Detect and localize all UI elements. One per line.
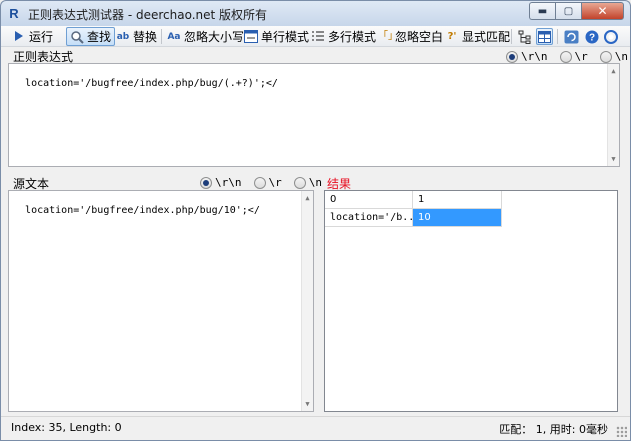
table-cell[interactable]: location='/b... — [325, 209, 413, 227]
status-cursor-info: Index: 35, Length: 0 — [11, 421, 122, 434]
window-title: 正则表达式测试器 - deerchao.net 版权所有 — [28, 8, 268, 22]
source-option-cr[interactable]: \r — [253, 176, 282, 189]
source-newline-options: \r\n \r \n — [200, 176, 322, 189]
magnifier-icon — [70, 30, 84, 44]
multi-line-label: 多行模式 — [328, 30, 377, 44]
replace-label: 替换 — [133, 30, 158, 44]
column-header[interactable]: 0 — [325, 191, 413, 209]
source-option-cr-label: \r — [268, 176, 282, 189]
title-bar[interactable]: R 正则表达式测试器 - deerchao.net 版权所有 ▬ ▢ ✕ — [0, 0, 631, 26]
source-text: location='/bugfree/index.php/bug/10';</ — [25, 205, 260, 216]
case-icon: Aa — [167, 31, 181, 42]
scroll-down-icon[interactable]: ▼ — [302, 398, 313, 410]
regex-text: location='/bugfree/index.php/bug/(.+?)';… — [25, 78, 278, 89]
status-match-info: 匹配： 1, 用时: 0毫秒 — [499, 423, 608, 436]
radio-icon — [253, 176, 266, 189]
multi-line-icon — [311, 30, 325, 44]
question-icon: ?' — [447, 30, 457, 42]
source-text-input[interactable]: location='/bugfree/index.php/bug/10';</ … — [8, 190, 314, 412]
toolbar-separator — [161, 29, 162, 44]
minimize-button[interactable]: ▬ — [529, 2, 555, 20]
resize-grip-icon[interactable] — [616, 426, 627, 437]
ignore-whitespace-label: 忽略空白 — [395, 30, 444, 44]
replace-button[interactable]: ab 替换 — [113, 27, 160, 46]
run-label: 运行 — [29, 30, 54, 44]
tree-view-icon[interactable] — [516, 28, 533, 45]
ignore-case-button[interactable]: Aa 忽略大小写 — [164, 27, 247, 46]
multi-line-button[interactable]: 多行模式 — [308, 27, 379, 46]
table-view-icon[interactable] — [536, 28, 553, 45]
scroll-up-icon[interactable]: ▲ — [302, 192, 313, 204]
source-scrollbar[interactable]: ▲ ▼ — [301, 191, 313, 411]
results-grid[interactable]: 0 1 location='/b... 10 — [324, 190, 618, 412]
radio-icon — [559, 50, 572, 63]
maximize-button[interactable]: ▢ — [555, 2, 581, 20]
window-controls: ▬ ▢ ✕ — [529, 2, 624, 20]
scroll-up-icon[interactable]: ▲ — [608, 65, 619, 77]
play-icon — [12, 30, 26, 44]
whitespace-icon: 「」 — [378, 30, 398, 42]
minimize-icon: ▬ — [537, 5, 548, 17]
regex-option-crlf[interactable]: \r\n — [506, 50, 548, 63]
source-option-lf-label: \n — [308, 176, 322, 189]
close-button[interactable]: ✕ — [581, 2, 624, 20]
regex-input[interactable]: location='/bugfree/index.php/bug/(.+?)';… — [8, 63, 620, 167]
single-line-button[interactable]: 单行模式 — [241, 27, 312, 46]
close-icon: ✕ — [597, 4, 608, 18]
svg-text:?: ? — [588, 32, 594, 43]
find-button[interactable]: 查找 — [66, 27, 116, 46]
regex-option-lf-label: \n — [614, 50, 628, 63]
radio-icon — [293, 176, 306, 189]
source-option-lf[interactable]: \n — [293, 176, 322, 189]
run-button[interactable]: 运行 — [9, 27, 56, 46]
ignore-whitespace-button[interactable]: 「」 忽略空白 — [375, 27, 446, 46]
regex-option-crlf-label: \r\n — [521, 50, 548, 63]
single-line-icon — [244, 29, 258, 44]
radio-selected-icon — [200, 176, 212, 189]
regex-newline-options: \r\n \r \n — [506, 50, 628, 63]
regex-option-cr-label: \r — [574, 50, 588, 63]
help-icon[interactable]: ? — [583, 28, 600, 45]
explicit-capture-label: 显式匹配 — [462, 30, 511, 44]
replace-icon: ab — [116, 31, 130, 42]
toolbar-separator — [557, 29, 558, 44]
table-cell-selected[interactable]: 10 — [413, 209, 502, 227]
find-label: 查找 — [87, 30, 112, 44]
toolbar-separator — [511, 29, 512, 44]
scroll-down-icon[interactable]: ▼ — [608, 153, 619, 165]
explicit-capture-button[interactable]: ?' 显式匹配 — [442, 27, 513, 46]
radio-icon — [599, 50, 612, 63]
app-icon: R — [9, 6, 19, 21]
column-header[interactable]: 1 — [413, 191, 502, 209]
single-line-label: 单行模式 — [261, 30, 310, 44]
regex-scrollbar[interactable]: ▲ ▼ — [607, 64, 619, 166]
source-option-crlf[interactable]: \r\n — [200, 176, 242, 189]
ignore-case-label: 忽略大小写 — [184, 30, 245, 44]
refresh-icon[interactable] — [563, 28, 580, 45]
source-option-crlf-label: \r\n — [215, 176, 242, 189]
status-bar: Index: 35, Length: 0 匹配： 1, 用时: 0毫秒 — [1, 416, 630, 440]
regex-option-lf[interactable]: \n — [599, 50, 628, 63]
radio-selected-icon — [506, 50, 518, 63]
regex-option-cr[interactable]: \r — [559, 50, 588, 63]
about-icon[interactable] — [602, 28, 619, 45]
maximize-icon: ▢ — [563, 5, 574, 17]
toolbar: 运行 查找 ab 替换 Aa 忽略大小写 单行模式 多行模式 「」 忽略空白 ?… — [1, 26, 630, 47]
